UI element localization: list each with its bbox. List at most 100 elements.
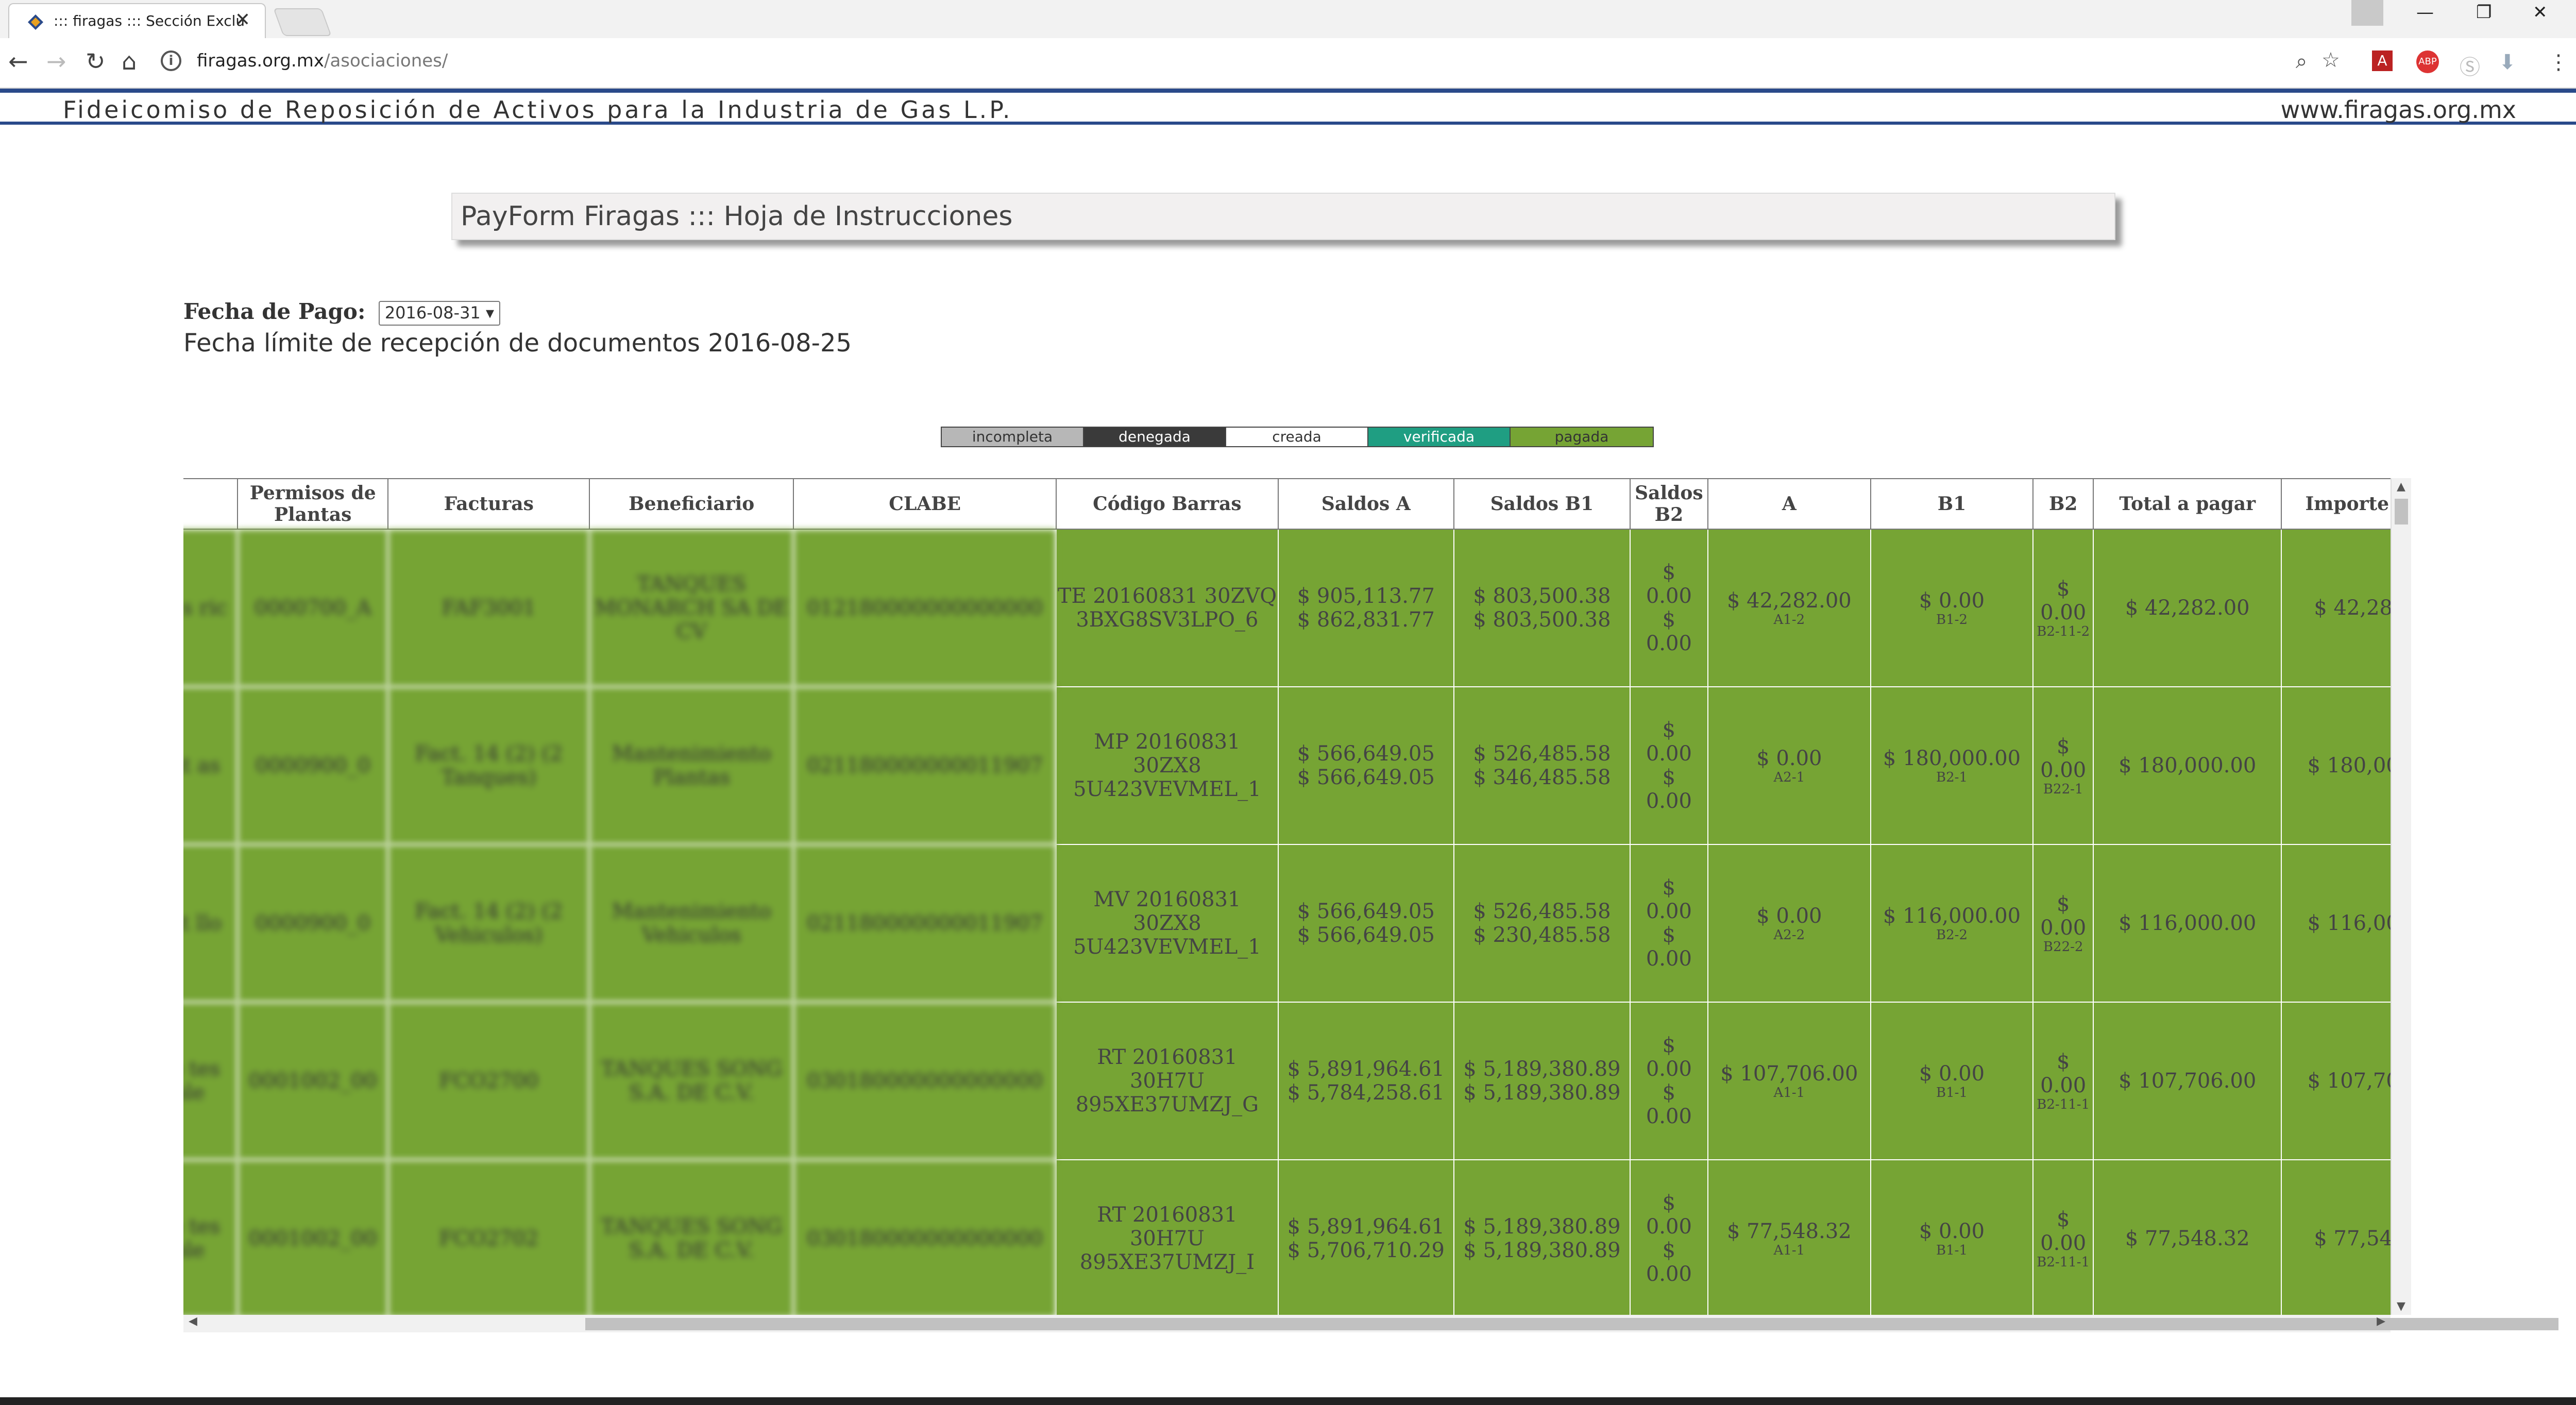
- skype-icon[interactable]: Ⓢ: [2460, 50, 2480, 80]
- close-window-button[interactable]: ✕: [2533, 2, 2548, 23]
- zoom-icon[interactable]: ⌕: [2296, 49, 2307, 73]
- cell-a: $ 107,706.00 A1-1: [1707, 1002, 1871, 1160]
- saldo-b1-1: $ 803,500.38: [1473, 584, 1611, 608]
- saldo-b2-4: 0.00: [1646, 1262, 1692, 1286]
- total-a-pagar-text: $ 107,706.00: [2119, 1069, 2257, 1093]
- total-a-pagar-text: $ 116,000.00: [2119, 911, 2257, 935]
- clabe-text: 021180000000011907: [807, 754, 1043, 777]
- saldo-b2-1: $: [1662, 876, 1676, 900]
- restore-button[interactable]: ❐: [2476, 2, 2492, 23]
- saldo-a-2: $ 566,649.05: [1297, 923, 1435, 947]
- b2-code: B22-2: [2043, 939, 2083, 955]
- back-arrow-icon[interactable]: ←: [8, 47, 28, 75]
- cell-saldos-b2: $0.00 $0.00: [1629, 1002, 1709, 1160]
- cell-saldos-a: $ 566,649.05 $ 566,649.05: [1277, 844, 1455, 1003]
- permiso-text: 0001002_00: [248, 1069, 377, 1093]
- saldo-b2-3: $: [1662, 608, 1676, 632]
- scroll-up-arrow-icon[interactable]: ▲: [2397, 480, 2405, 493]
- table-header-row: Permisos de Plantas Facturas Beneficiario C…: [183, 478, 2391, 530]
- scroll-down-arrow-icon[interactable]: ▼: [2397, 1300, 2405, 1313]
- saldo-b1-2: $ 5,189,380.89: [1463, 1081, 1621, 1105]
- cell-permiso: 0000900_0: [237, 686, 389, 845]
- scroll-left-arrow-icon[interactable]: ◀: [189, 1315, 197, 1328]
- factura-text: Fact. 14 (2) (2 Vehiculos): [415, 900, 563, 947]
- reload-icon[interactable]: ↻: [86, 47, 106, 75]
- horizontal-scrollbar[interactable]: ◀ ▶: [183, 1315, 2558, 1332]
- cell-factura: FAF3001: [387, 529, 590, 687]
- b2-amount: 0.00: [2040, 916, 2087, 940]
- saldo-b2-4: 0.00: [1646, 789, 1692, 813]
- cell-importe-total: $ 42,282.00: [2281, 529, 2391, 687]
- factura-text: FAF3001: [442, 596, 536, 620]
- url-path: /asociaciones/: [324, 50, 448, 71]
- address-bar[interactable]: i firagas.org.mx/asociaciones/ ⌕ ☆: [158, 46, 2344, 79]
- vertical-scroll-thumb[interactable]: [2395, 499, 2408, 524]
- saldo-b2-1: $: [1662, 1034, 1676, 1057]
- cell-b2: $0.00 B2-11-1: [2032, 1159, 2094, 1315]
- page-title: PayForm Firagas ::: Hoja de Instruccione…: [461, 201, 1013, 232]
- page-title-box: PayForm Firagas ::: Hoja de Instruccione…: [451, 193, 2115, 240]
- cell-saldos-b1: $ 5,189,380.89 $ 5,189,380.89: [1453, 1002, 1631, 1160]
- cell-clabe: 012180000000000000: [793, 529, 1057, 687]
- adblock-icon[interactable]: ABP: [2416, 50, 2439, 73]
- info-icon[interactable]: i: [161, 50, 181, 71]
- home-icon[interactable]: ⌂: [122, 47, 137, 75]
- brand-bar: Fideicomiso de Reposición de Activos par…: [0, 89, 2576, 125]
- cell-importe-total: $ 116,000.00: [2281, 844, 2391, 1003]
- column-header: Facturas: [387, 478, 590, 530]
- saldo-b1-2: $ 803,500.38: [1473, 608, 1611, 632]
- cell-saldos-b2: $0.00 $0.00: [1629, 529, 1709, 687]
- vertical-scrollbar[interactable]: ▲ ▼: [2391, 478, 2411, 1315]
- pdf-extension-icon[interactable]: A: [2372, 50, 2393, 71]
- cell-b1: $ 0.00 B1-2: [1870, 529, 2034, 687]
- forward-arrow-icon[interactable]: →: [46, 47, 66, 75]
- cell-permiso: 0001002_00: [237, 1159, 389, 1315]
- fecha-pago-label: Fecha de Pago:: [183, 299, 366, 324]
- clabe-text: 021180000000011907: [807, 911, 1043, 935]
- b2-code: B22-1: [2043, 782, 2083, 797]
- cell-clipped: de s ric: [183, 529, 239, 687]
- cell-saldos-b2: $0.00 $0.00: [1629, 686, 1709, 845]
- codigo-barras-text: MV 20160831 30ZX8 5U423VEVMEL_1: [1073, 888, 1261, 959]
- download-icon[interactable]: ⬇: [2499, 50, 2516, 74]
- codigo-barras-text: TE 20160831 30ZVQ 3BXG8SV3LPO_6: [1057, 584, 1277, 632]
- site-link[interactable]: www.firagas.org.mx: [2281, 96, 2516, 124]
- a-code: A2-2: [1773, 927, 1805, 943]
- a-amount: $ 0.00: [1756, 747, 1822, 770]
- permiso-text: 0000900_0: [255, 911, 370, 935]
- minimize-button[interactable]: —: [2416, 2, 2434, 23]
- saldo-b1-1: $ 526,485.58: [1473, 900, 1611, 923]
- cell-factura: FCO2702: [387, 1159, 590, 1315]
- browser-tab[interactable]: ::: firagas ::: Sección Exclu ✕: [8, 3, 266, 38]
- cell-codigo-barras: TE 20160831 30ZVQ 3BXG8SV3LPO_6: [1056, 529, 1279, 687]
- a-code: A2-1: [1773, 770, 1805, 785]
- b1-code: B2-2: [1936, 927, 1968, 943]
- browser-toolbar: ← → ↻ ⌂ i firagas.org.mx/asociaciones/ ⌕…: [0, 38, 2576, 89]
- saldo-b2-2: 0.00: [1646, 742, 1692, 766]
- saldo-b2-4: 0.00: [1646, 632, 1692, 655]
- fecha-pago-select[interactable]: 2016-08-31 ▾: [378, 301, 501, 326]
- saldo-b2-3: $: [1662, 923, 1676, 947]
- browser-tab-bar: ::: firagas ::: Sección Exclu ✕ — ❐ ✕: [0, 0, 2576, 38]
- payments-table: Permisos de Plantas Facturas Beneficiario C…: [183, 478, 2391, 1315]
- a-code: A1-2: [1773, 612, 1805, 628]
- bookmark-star-icon[interactable]: ☆: [2321, 48, 2340, 72]
- column-header: Saldos B1: [1453, 478, 1631, 530]
- clipped-text: de tes ble: [183, 1057, 221, 1105]
- a-amount: $ 107,706.00: [1720, 1062, 1858, 1086]
- codigo-barras-text: MP 20160831 30ZX8 5U423VEVMEL_1: [1073, 730, 1261, 801]
- table-row: ent as 0000900_0 Fact. 14 (2) (2 Tanques) M…: [183, 686, 2391, 845]
- saldo-b2-4: 0.00: [1646, 1105, 1692, 1128]
- saldo-b2-3: $: [1662, 1239, 1676, 1262]
- saldo-a-2: $ 566,649.05: [1297, 766, 1435, 789]
- column-header: Saldos B2: [1629, 478, 1709, 530]
- menu-icon[interactable]: ⋮: [2548, 50, 2569, 74]
- horizontal-scroll-thumb[interactable]: [585, 1318, 2558, 1330]
- scroll-right-arrow-icon[interactable]: ▶: [2377, 1315, 2385, 1328]
- b1-amount: $ 116,000.00: [1883, 904, 2021, 928]
- saldo-b1-1: $ 5,189,380.89: [1463, 1057, 1621, 1081]
- tab-close-icon[interactable]: ✕: [235, 9, 250, 30]
- new-tab-button[interactable]: [273, 8, 332, 36]
- cell-b2: $0.00 B22-2: [2032, 844, 2094, 1003]
- profile-icon[interactable]: [2351, 0, 2383, 26]
